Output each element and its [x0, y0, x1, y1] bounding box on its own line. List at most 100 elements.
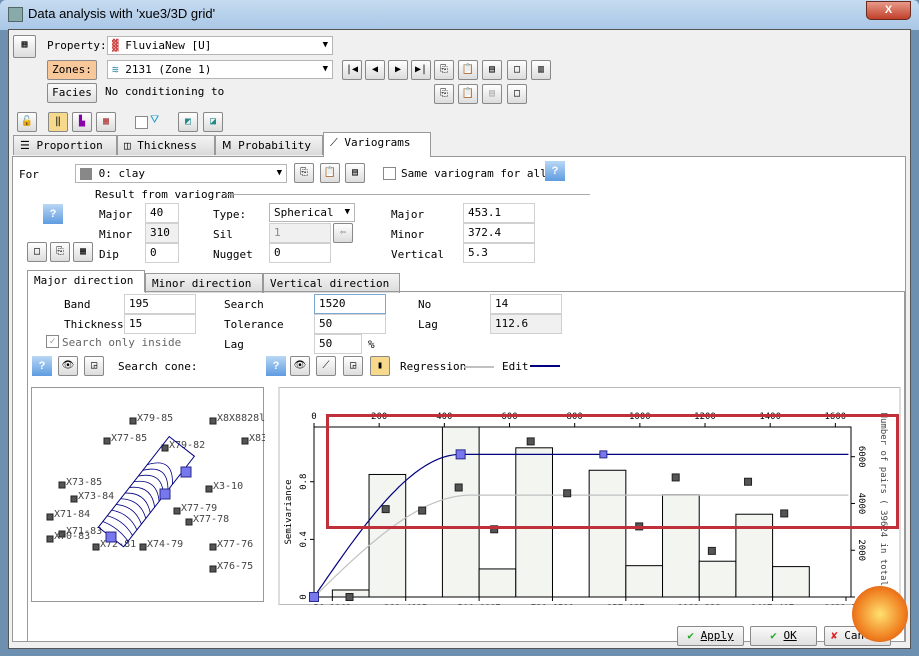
new-icon[interactable]: □ — [507, 84, 527, 104]
variogram-icon: ⟋ — [330, 136, 345, 149]
first-icon[interactable]: |◀ — [342, 60, 362, 80]
columns-icon[interactable]: ▥ — [531, 60, 551, 80]
copy-icon[interactable]: ⎘ — [434, 60, 454, 80]
property-select[interactable]: ▓ FluviaNew [U] ▼ — [107, 36, 333, 55]
tab-vertical-direction[interactable]: Vertical direction — [263, 273, 400, 293]
well-label: X72-81 — [100, 539, 136, 550]
histogram-icon[interactable]: ▙ — [72, 112, 92, 132]
well-label: X74-79 — [147, 539, 183, 550]
search-field[interactable]: 1520 — [314, 294, 386, 314]
tab-minor-direction[interactable]: Minor direction — [145, 273, 263, 293]
major-label: Major — [99, 208, 133, 221]
lag-count-label: No — [418, 298, 432, 311]
new-icon[interactable]: □ — [27, 242, 47, 262]
pair-count-bar — [625, 565, 664, 598]
tolerance-field[interactable]: 50 — [314, 314, 386, 334]
well-label: X79-85 — [137, 413, 173, 424]
facies-button[interactable]: Facies — [47, 83, 97, 103]
map-add-icon[interactable]: ◩ — [178, 112, 198, 132]
well-label: X73-85 — [66, 477, 102, 488]
help-icon[interactable]: ? — [43, 204, 63, 224]
cone-handle — [105, 531, 117, 543]
ok-button[interactable]: ✔ OK — [750, 626, 817, 646]
eye-icon[interactable]: 👁 — [290, 356, 310, 376]
apply-label: Apply — [700, 629, 734, 642]
facies-value: No conditioning to — [105, 85, 225, 98]
paste-all-icon[interactable]: ▤ — [345, 163, 365, 183]
well-marker — [58, 481, 66, 489]
minor-label: Minor — [99, 228, 133, 241]
well-label: X77-78 — [193, 514, 229, 525]
x-icon: ✘ — [831, 629, 838, 642]
map-remove-icon[interactable]: ◪ — [203, 112, 223, 132]
well-label: X77-76 — [217, 539, 253, 550]
lag-count-field[interactable]: 14 — [490, 294, 562, 314]
range-vertical-label: Vertical — [391, 248, 444, 261]
apply-button[interactable]: ✔ Apply — [677, 626, 744, 646]
paste-icon[interactable]: 📋 — [320, 163, 340, 183]
dip-field[interactable]: 0 — [145, 243, 179, 263]
zones-button[interactable]: Zones: — [47, 60, 97, 80]
zones-select[interactable]: ≋ 2131 (Zone 1) ▼ — [107, 60, 333, 79]
sill-field: 1 — [269, 223, 331, 243]
prev-icon[interactable]: ◀ — [365, 60, 385, 80]
bottom-tick-label: 56.2963 — [313, 604, 351, 605]
tab-probability[interactable]: Ⅿ Probability — [215, 135, 323, 155]
title-bar: Data analysis with 'xue3/3D grid' X — [0, 0, 919, 30]
paste-icon[interactable]: 📋 — [458, 60, 478, 80]
filter-checkbox[interactable] — [135, 116, 148, 129]
nugget-label: Nugget — [213, 248, 253, 261]
help-icon[interactable]: ? — [266, 356, 286, 376]
lock-icon[interactable]: 🔓 — [17, 112, 37, 132]
last-icon[interactable]: ▶| — [411, 60, 431, 80]
copy-icon[interactable]: ⎘ — [50, 242, 70, 262]
facies-select-value: 0: clay — [98, 167, 145, 180]
help-icon[interactable]: ? — [32, 356, 52, 376]
new-icon[interactable]: □ — [507, 60, 527, 80]
proportion-icon: ☰ — [20, 139, 37, 152]
paste-icon: 📋 — [458, 84, 478, 104]
paste-all-icon[interactable]: ▤ — [482, 60, 502, 80]
ok-label: OK — [783, 629, 797, 642]
facies-select[interactable]: 0: clay ▼ — [75, 164, 287, 183]
well-label: X79-82 — [169, 440, 205, 451]
range-major-field[interactable]: 453.1 — [463, 203, 535, 223]
well-icon[interactable]: ‖ — [48, 112, 68, 132]
type-label: Type: — [213, 208, 247, 221]
next-icon[interactable]: ▶ — [388, 60, 408, 80]
eye-icon[interactable]: 👁 — [58, 356, 78, 376]
variogram-icon[interactable]: ⟋ — [316, 356, 336, 376]
well-marker — [209, 543, 217, 551]
chart-icon-button[interactable]: ▦ — [13, 35, 36, 58]
result-heading: Result from variogram — [95, 188, 235, 201]
band-field[interactable]: 195 — [124, 294, 196, 314]
type-select[interactable]: Spherical ▼ — [269, 203, 355, 222]
tab-major-direction[interactable]: Major direction — [27, 270, 145, 292]
help-icon[interactable]: ? — [545, 161, 565, 181]
histogram-toggle-icon[interactable]: ▮ — [370, 356, 390, 376]
search-inside-label: Search only inside — [62, 336, 182, 349]
export-image-icon[interactable]: ◲ — [84, 356, 104, 376]
thickness-field[interactable]: 15 — [124, 314, 196, 334]
copy-icon[interactable]: ⎘ — [434, 84, 454, 104]
arrow-left-icon[interactable]: ⇦ — [333, 223, 353, 243]
nugget-field[interactable]: 0 — [269, 243, 331, 263]
tab-proportion[interactable]: ☰ Proportion — [13, 135, 117, 155]
export-image-icon[interactable]: ◲ — [343, 356, 363, 376]
major-field[interactable]: 40 — [145, 203, 179, 223]
tab-thickness[interactable]: ◫ Thickness — [117, 135, 215, 155]
tab-label: Probability — [238, 139, 311, 152]
legend-edit-label: Edit — [502, 360, 529, 373]
range-minor-field[interactable]: 372.4 — [463, 223, 535, 243]
grid-icon[interactable]: ▦ — [73, 242, 93, 262]
same-variogram-checkbox[interactable] — [383, 167, 396, 180]
left-tick-label: 0.8 — [299, 474, 309, 490]
tab-variograms[interactable]: ⟋ Variograms — [323, 132, 431, 157]
copy-icon[interactable]: ⎘ — [294, 163, 314, 183]
search-cone-map[interactable]: X79-85 X8X8828l X77-85 X79-82 X83 X73-85 X3-10… — [31, 387, 265, 602]
lag-tolerance-field[interactable]: 50 — [314, 334, 362, 354]
close-button[interactable]: X — [866, 1, 911, 20]
search-inside-checkbox[interactable]: ✓ — [46, 335, 59, 348]
range-vertical-field[interactable]: 5.3 — [463, 243, 535, 263]
grid-icon[interactable]: ▦ — [96, 112, 116, 132]
